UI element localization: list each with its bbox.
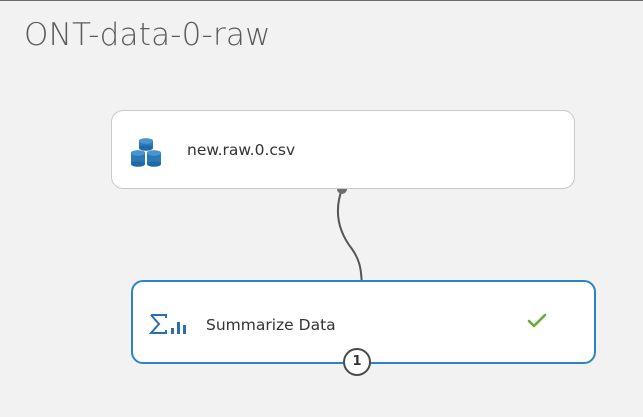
experiment-canvas[interactable]: ONT-data-0-raw new.raw.0.csv Summarize D…	[0, 0, 643, 417]
dataset-module-label: new.raw.0.csv	[187, 141, 296, 159]
summarize-module-label: Summarize Data	[206, 316, 336, 334]
database-icon	[131, 138, 161, 167]
connection-line	[336, 188, 363, 286]
sigma-chart-icon	[148, 314, 186, 334]
output-port-badge[interactable]: 1	[343, 348, 371, 376]
checkmark-icon	[527, 313, 547, 328]
dataset-module[interactable]: new.raw.0.csv	[111, 110, 575, 189]
